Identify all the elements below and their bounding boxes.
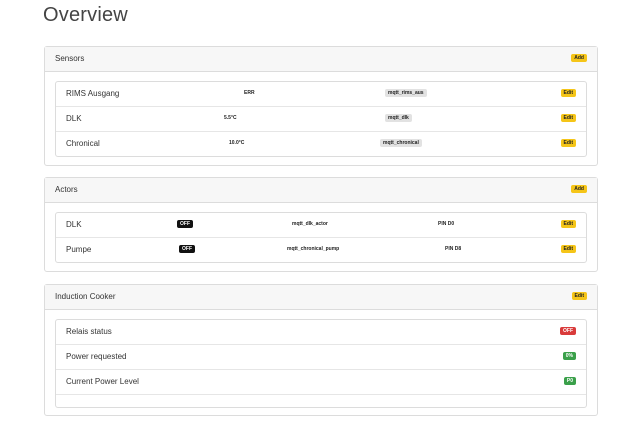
sensors-title: Sensors [55,54,85,63]
actor-topic: mqtt_dlk_actor [292,221,328,227]
induction-label: Current Power Level [66,377,139,386]
induction-label: Power requested [66,352,127,361]
actor-name: Pumpe [66,245,92,254]
sensor-topic: mqtt_rims_aus [385,89,427,97]
actor-row: Pumpe OFF mqtt_chronical_pump PIN D8 Edi… [56,238,586,262]
add-sensor-button[interactable]: Add [571,54,587,62]
induction-row: Power requested 0% [56,345,586,370]
sensors-card: Sensors Add RIMS Ausgang ERR mqtt_rims_a… [44,46,598,166]
induction-row: Relais status OFF [56,320,586,345]
actor-pin: PIN D8 [445,246,462,252]
power-level-badge: P0 [563,377,576,385]
actors-title: Actors [55,185,78,194]
induction-row: Current Power Level P0 [56,370,586,395]
sensor-row: DLK 5.5°C mqtt_dlk Edit [56,107,586,132]
edit-sensor-button[interactable]: Edit [560,89,576,97]
page-title: Overview [43,4,128,26]
sensor-name: Chronical [66,139,100,148]
edit-induction-button[interactable]: Edit [571,292,587,300]
actor-topic: mqtt_chronical_pump [287,246,340,252]
sensor-topic: mqtt_chronical [380,139,422,147]
sensor-name: RIMS Ausgang [66,89,120,98]
relais-status-badge: OFF [560,327,576,335]
edit-actor-button[interactable]: Edit [560,220,576,228]
sensor-value: ERR [244,90,255,96]
sensors-list: RIMS Ausgang ERR mqtt_rims_aus Edit DLK … [55,81,587,157]
sensors-card-header: Sensors Add [45,47,597,72]
induction-card-header: Induction Cooker Edit [45,285,597,310]
induction-card: Induction Cooker Edit Relais status OFF … [44,284,598,416]
actors-card-header: Actors Add [45,178,597,203]
actor-state-toggle[interactable]: OFF [179,245,195,253]
induction-list: Relais status OFF Power requested 0% Cur… [55,319,587,408]
actor-pin: PIN D0 [438,221,455,227]
actor-state-toggle[interactable]: OFF [177,220,193,228]
induction-title: Induction Cooker [55,292,116,301]
sensor-topic: mqtt_dlk [385,114,412,122]
edit-actor-button[interactable]: Edit [560,245,576,253]
sensor-row: RIMS Ausgang ERR mqtt_rims_aus Edit [56,82,586,107]
actors-list: DLK OFF mqtt_dlk_actor PIN D0 Edit Pumpe… [55,212,587,263]
empty-row [56,395,586,407]
actor-row: DLK OFF mqtt_dlk_actor PIN D0 Edit [56,213,586,238]
actor-name: DLK [66,220,82,229]
edit-sensor-button[interactable]: Edit [560,114,576,122]
add-actor-button[interactable]: Add [571,185,587,193]
actors-card: Actors Add DLK OFF mqtt_dlk_actor PIN D0… [44,177,598,272]
sensor-value: 10.0°C [229,140,245,146]
induction-label: Relais status [66,327,112,336]
sensor-name: DLK [66,114,82,123]
sensor-row: Chronical 10.0°C mqtt_chronical Edit [56,132,586,156]
power-requested-badge: 0% [562,352,576,360]
edit-sensor-button[interactable]: Edit [560,139,576,147]
sensor-value: 5.5°C [224,115,237,121]
